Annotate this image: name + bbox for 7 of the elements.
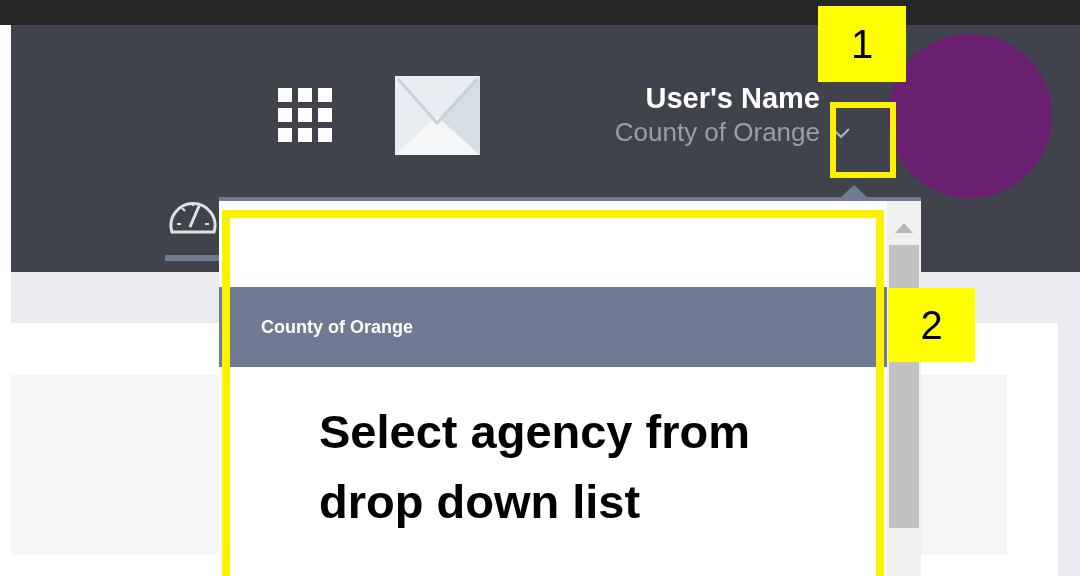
apps-grid-icon[interactable]: [278, 88, 332, 142]
agency-option[interactable]: County of Orange: [219, 287, 887, 367]
annotation-badge: 1: [818, 6, 906, 82]
agency-name: County of Orange: [614, 117, 820, 148]
annotation-badge: 2: [888, 288, 975, 362]
user-name: User's Name: [645, 82, 820, 115]
callout-text: Select agency from drop down list: [319, 404, 751, 530]
